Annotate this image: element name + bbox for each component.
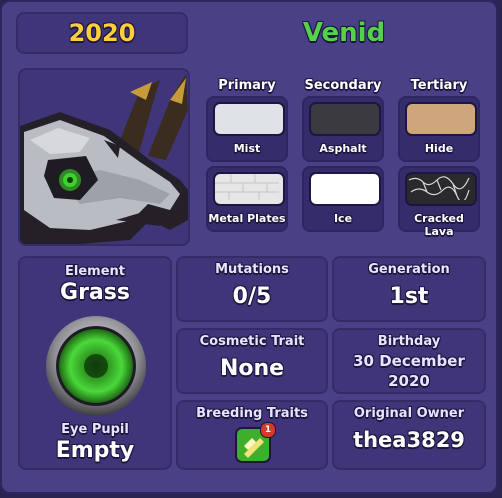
original-owner-label: Original Owner bbox=[353, 406, 465, 421]
mutations-value: 0/5 bbox=[232, 284, 272, 309]
swatch-label-cracked-lava: Cracked Lava bbox=[414, 212, 464, 238]
cosmetic-trait-label: Cosmetic Trait bbox=[199, 334, 305, 349]
breeding-traits-label: Breeding Traits bbox=[196, 406, 308, 421]
original-owner-panel: Original Owner thea3829 bbox=[332, 400, 486, 470]
birthday-year: 2020 bbox=[388, 372, 430, 390]
swatch-cell-hide[interactable]: Hide bbox=[398, 96, 480, 162]
birthday-panel: Birthday 30 December 2020 bbox=[332, 328, 486, 394]
swatch-cell-ice[interactable]: Ice bbox=[302, 166, 384, 232]
grass-eye-orb-icon bbox=[46, 316, 146, 416]
generation-label: Generation bbox=[368, 262, 450, 277]
element-label: Element bbox=[65, 264, 125, 279]
swatch-label-mist: Mist bbox=[233, 142, 261, 155]
year-text: 2020 bbox=[68, 19, 136, 47]
swatch-label-hide: Hide bbox=[424, 142, 454, 155]
swatch-label-ice: Ice bbox=[333, 212, 353, 225]
swatch-cell-asphalt[interactable]: Asphalt bbox=[302, 96, 384, 162]
element-value: Grass bbox=[60, 280, 130, 305]
generation-panel: Generation 1st bbox=[332, 256, 486, 322]
breeding-trait-icon[interactable]: 1 bbox=[234, 422, 276, 464]
breeding-traits-panel: Breeding Traits 1 bbox=[176, 400, 328, 470]
element-panel: Element Grass Eye Pupil Empty bbox=[18, 256, 172, 470]
color-swatch-cracked-lava bbox=[405, 172, 477, 206]
color-swatch-hide bbox=[405, 102, 477, 136]
mutations-label: Mutations bbox=[215, 262, 289, 277]
birthday-date: 30 December bbox=[353, 352, 465, 370]
creature-portrait bbox=[18, 68, 190, 246]
cracked-lava-pattern bbox=[408, 176, 470, 203]
swatch-cell-mist[interactable]: Mist bbox=[206, 96, 288, 162]
color-swatch-asphalt bbox=[309, 102, 381, 136]
creature-head-image bbox=[20, 74, 188, 244]
eye-pupil-value: Empty bbox=[55, 438, 135, 463]
cosmetic-trait-panel: Cosmetic Trait None bbox=[176, 328, 328, 394]
tertiary-header: Tertiary bbox=[410, 78, 468, 93]
color-swatch-metal-plates bbox=[213, 172, 285, 206]
generation-value: 1st bbox=[389, 284, 429, 309]
species-name: Venid bbox=[302, 18, 386, 48]
eye-pupil-label: Eye Pupil bbox=[61, 422, 129, 437]
breeding-trait-count-badge: 1 bbox=[260, 422, 276, 438]
creature-info-card: 2020 Venid Primary Secondary Tertiary Mi… bbox=[0, 0, 498, 494]
metal-plates-pattern bbox=[215, 174, 279, 200]
swatch-label-asphalt: Asphalt bbox=[319, 142, 367, 155]
mutations-panel: Mutations 0/5 bbox=[176, 256, 328, 322]
birthday-label: Birthday bbox=[377, 334, 441, 349]
cosmetic-trait-value: None bbox=[219, 356, 285, 381]
swatch-cell-metal-plates[interactable]: Metal Plates bbox=[206, 166, 288, 232]
swatch-cell-cracked-lava[interactable]: Cracked Lava bbox=[398, 166, 480, 238]
primary-header: Primary bbox=[218, 78, 276, 93]
color-swatch-ice bbox=[309, 172, 381, 206]
original-owner-value: thea3829 bbox=[353, 428, 465, 452]
swatch-label-metal-plates: Metal Plates bbox=[208, 212, 286, 225]
secondary-header: Secondary bbox=[304, 78, 382, 93]
color-swatch-mist bbox=[213, 102, 285, 136]
